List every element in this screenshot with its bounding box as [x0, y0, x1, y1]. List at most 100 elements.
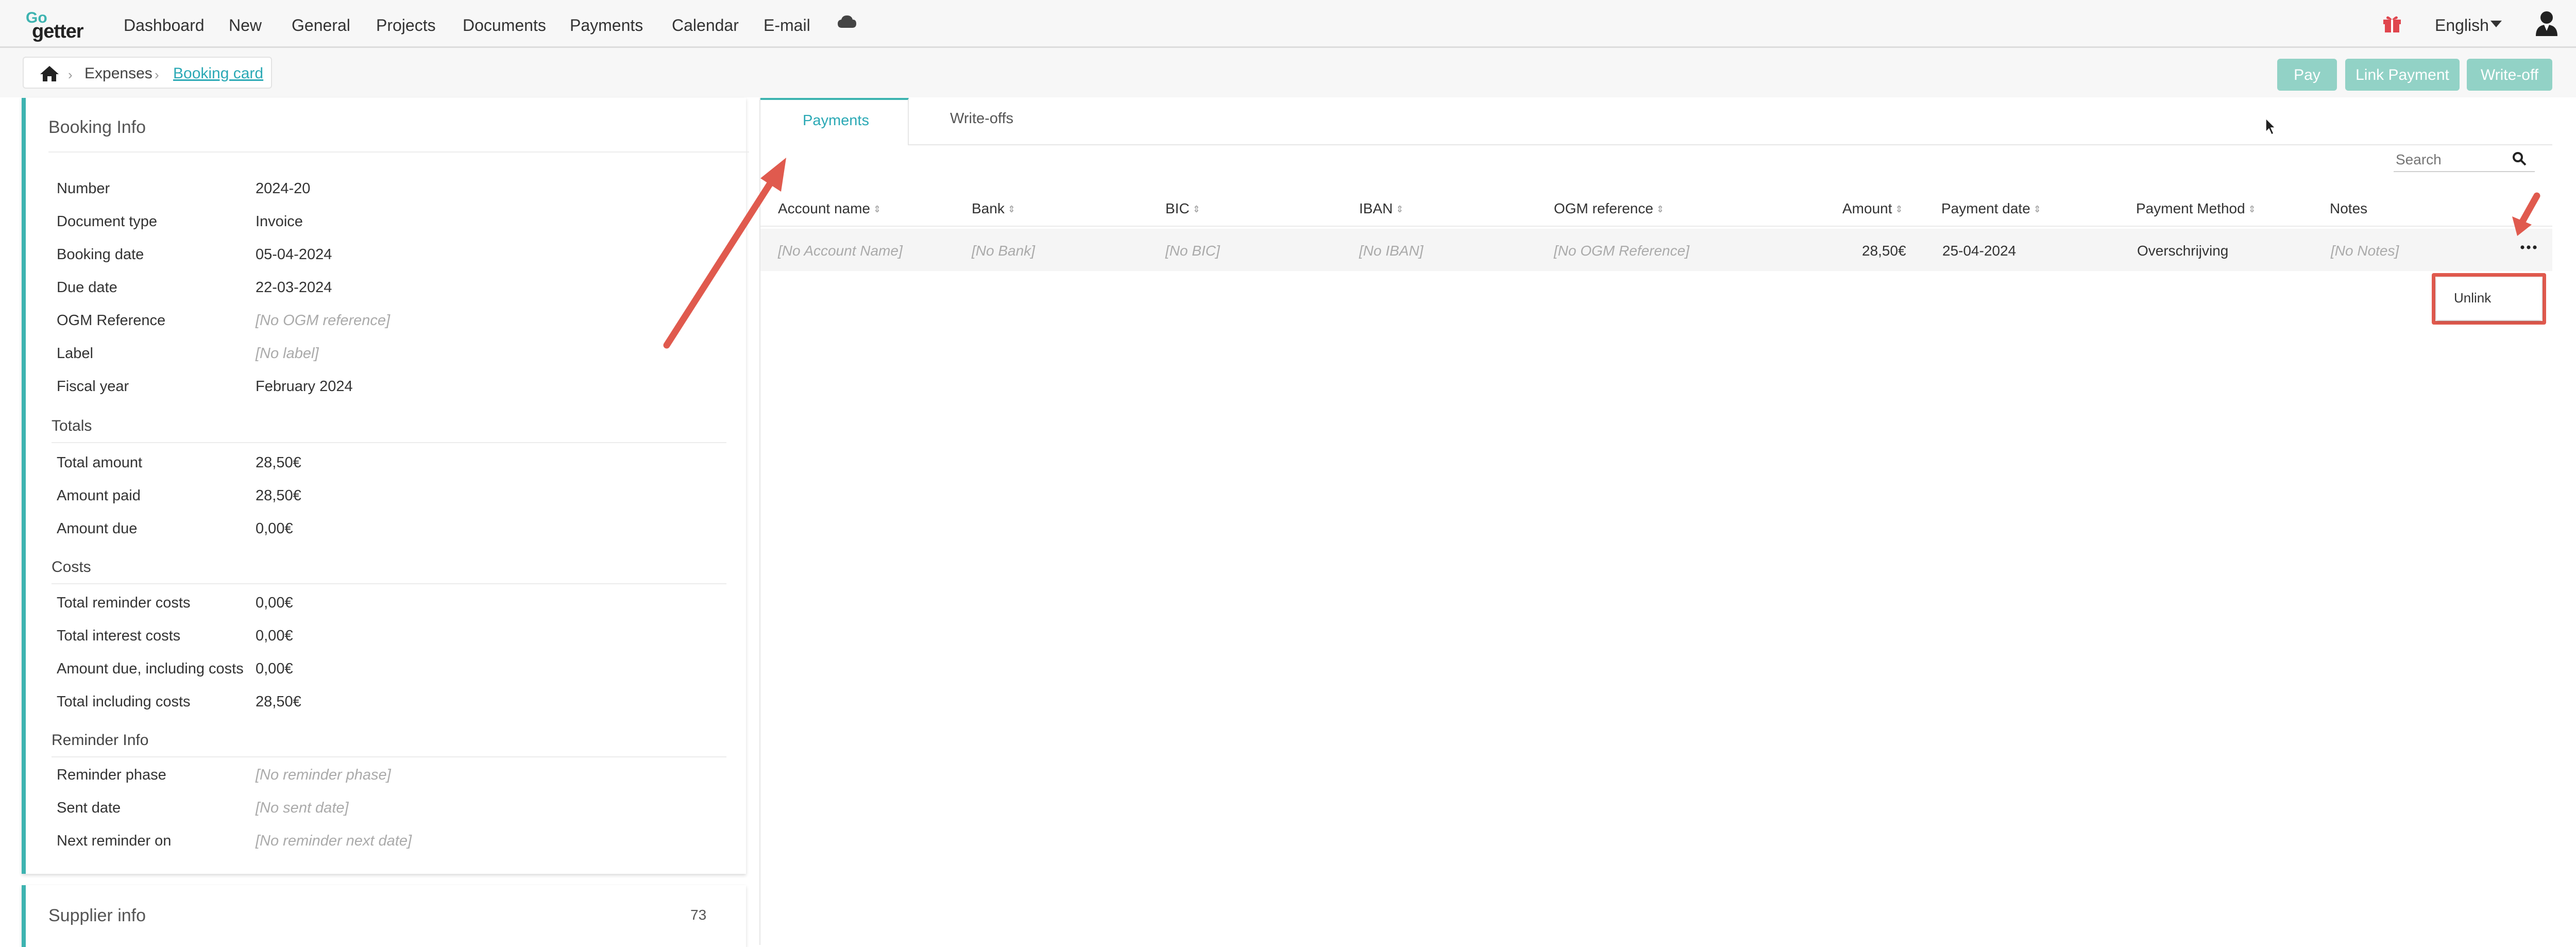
row-value: [No sent date]	[256, 800, 349, 816]
supplier-count: 73	[690, 907, 707, 923]
row-value: [No label]	[256, 345, 319, 362]
row-label: Fiscal year	[57, 378, 129, 395]
cell-payment-date: 25-04-2024	[1942, 243, 2016, 259]
column-header-label: Payment Method	[2136, 200, 2245, 216]
nav-dashboard[interactable]: Dashboard	[124, 15, 205, 36]
cell-bank: [No Bank]	[972, 243, 1035, 259]
sort-icon[interactable]: ⇕	[2033, 204, 2041, 214]
unlink-menu-item[interactable]: Unlink	[2454, 290, 2491, 306]
gift-icon[interactable]	[2382, 14, 2402, 33]
divider	[52, 442, 726, 443]
row-value: Invoice	[256, 213, 303, 230]
row-label: Due date	[57, 279, 117, 296]
sort-icon[interactable]: ⇕	[1193, 204, 1200, 214]
row-value: February 2024	[256, 378, 353, 395]
row-value: 0,00€	[256, 661, 293, 677]
sort-icon[interactable]: ⇕	[1008, 204, 1015, 214]
home-icon[interactable]	[39, 65, 60, 82]
column-header-bank[interactable]: Bank ⇕	[972, 200, 1015, 218]
cell-bic: [No BIC]	[1165, 243, 1220, 259]
cloud-icon[interactable]	[837, 13, 857, 30]
breadcrumb-booking-card[interactable]: Booking card	[173, 65, 263, 82]
nav-payments[interactable]: Payments	[570, 15, 643, 36]
sub-header	[0, 48, 2576, 97]
cell-iban: [No IBAN]	[1359, 243, 1423, 259]
nav-documents[interactable]: Documents	[463, 15, 546, 36]
column-header-amount[interactable]: Amount ⇕	[1842, 200, 1903, 218]
cell-payment-method: Overschrijving	[2137, 243, 2229, 259]
tab-write-offs[interactable]: Write-offs	[950, 109, 1013, 128]
column-header-ogm-reference[interactable]: OGM reference ⇕	[1554, 200, 1664, 218]
breadcrumb-expenses[interactable]: Expenses	[84, 65, 152, 82]
row-label: Next reminder on	[57, 833, 172, 849]
row-label: OGM Reference	[57, 312, 166, 329]
cell-notes: [No Notes]	[2331, 243, 2399, 259]
sort-icon[interactable]: ⇕	[1895, 204, 1903, 214]
row-value: 0,00€	[256, 520, 293, 537]
tab-payments-label: Payments	[803, 112, 869, 129]
column-header-payment-method[interactable]: Payment Method ⇕	[2136, 200, 2256, 218]
row-label: Number	[57, 180, 110, 197]
link-payment-button[interactable]: Link Payment	[2345, 59, 2460, 91]
breadcrumb-separator: ›	[155, 67, 159, 82]
row-value: 0,00€	[256, 628, 293, 644]
column-header-label: Amount	[1842, 200, 1892, 216]
supplier-info-card[interactable]: Supplier info 73	[22, 885, 746, 947]
sort-icon[interactable]: ⇕	[1656, 204, 1664, 214]
column-header-label: IBAN	[1359, 200, 1393, 216]
column-header-payment-date[interactable]: Payment date ⇕	[1941, 200, 2041, 218]
more-icon[interactable]	[2518, 242, 2539, 252]
nav-email[interactable]: E-mail	[764, 15, 810, 36]
column-header-label: Payment date	[1941, 200, 2030, 216]
sort-icon[interactable]: ⇕	[873, 204, 881, 214]
column-header-bic[interactable]: BIC ⇕	[1165, 200, 1200, 218]
row-value: 28,50€	[256, 487, 301, 504]
divider	[48, 151, 749, 153]
column-header-notes: Notes	[2330, 200, 2368, 216]
nav-general[interactable]: General	[292, 15, 350, 36]
language-selector[interactable]: English	[2435, 15, 2489, 36]
breadcrumb-separator: ›	[68, 67, 73, 82]
row-value: 22-03-2024	[256, 279, 332, 296]
divider	[52, 583, 726, 584]
column-header-label: Account name	[778, 200, 870, 216]
tab-payments[interactable]: Payments	[760, 98, 909, 145]
row-label: Label	[57, 345, 93, 362]
sort-icon[interactable]: ⇕	[2248, 204, 2256, 214]
search-icon[interactable]	[2512, 151, 2527, 166]
mouse-cursor-icon	[2265, 117, 2276, 136]
write-off-button[interactable]: Write-off	[2467, 59, 2552, 91]
reminder-section-title: Reminder Info	[52, 732, 149, 749]
sort-icon[interactable]: ⇕	[1396, 204, 1403, 214]
booking-info-card: Booking Info Number 2024-20 Document typ…	[22, 98, 749, 874]
row-label: Amount due, including costs	[57, 661, 244, 677]
column-header-label: OGM reference	[1554, 200, 1653, 216]
gogetter-logo[interactable]: Go getter	[23, 9, 95, 42]
column-header-iban[interactable]: IBAN ⇕	[1359, 200, 1403, 218]
costs-section-title: Costs	[52, 559, 91, 576]
nav-new[interactable]: New	[229, 15, 262, 36]
row-value: 2024-20	[256, 180, 311, 197]
divider	[909, 144, 2552, 145]
column-header-label: Bank	[972, 200, 1005, 216]
row-value: 28,50€	[256, 454, 301, 471]
payments-panel: Payments Write-offs Account name⇕ Bank⇕ …	[759, 98, 2552, 945]
row-value: 28,50€	[256, 694, 301, 710]
nav-projects[interactable]: Projects	[376, 15, 436, 36]
row-value: [No reminder phase]	[256, 767, 391, 783]
divider	[760, 226, 2552, 227]
row-label: Reminder phase	[57, 767, 166, 783]
row-actions-menu: Unlink	[2432, 273, 2546, 325]
supplier-info-title: Supplier info	[48, 906, 146, 925]
row-label: Total amount	[57, 454, 143, 471]
row-value: [No OGM reference]	[256, 312, 391, 329]
user-icon[interactable]	[2535, 10, 2558, 36]
logo-getter: getter	[32, 21, 84, 42]
pay-button[interactable]: Pay	[2277, 59, 2337, 91]
breadcrumb: › Expenses › Booking card	[23, 57, 272, 89]
column-header-account-name[interactable]: Account name ⇕	[778, 200, 881, 218]
nav-calendar[interactable]: Calendar	[672, 15, 739, 36]
search-input[interactable]	[2394, 149, 2509, 170]
chevron-down-icon[interactable]	[2490, 21, 2502, 27]
row-label: Total interest costs	[57, 628, 181, 644]
